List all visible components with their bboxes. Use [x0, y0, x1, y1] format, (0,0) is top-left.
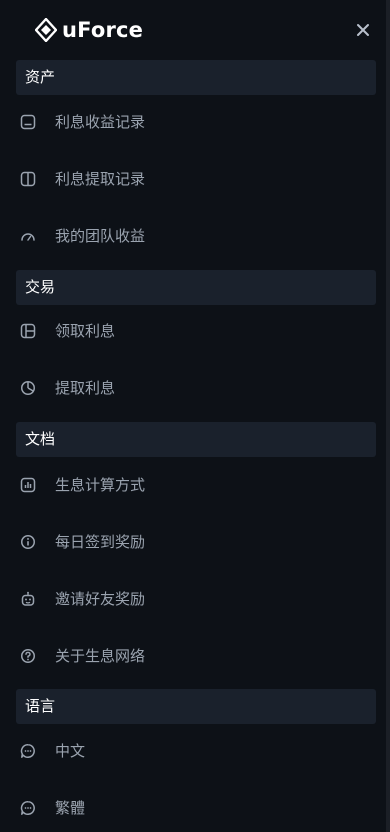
- menu-item-label: 每日签到奖励: [55, 533, 146, 551]
- wallet-icon: [20, 114, 36, 130]
- menu-item-about-network[interactable]: 关于生息网络: [0, 631, 386, 681]
- menu-item-team-earnings[interactable]: 我的团队收益: [0, 211, 386, 261]
- pie-chart-icon: [20, 380, 36, 396]
- section-header-language: 语言: [16, 689, 376, 724]
- layout-icon: [20, 323, 36, 339]
- brand-logo[interactable]: uForce: [35, 17, 143, 43]
- bar-chart-icon: [20, 477, 36, 493]
- menu-item-invite-friend-reward[interactable]: 邀请好友奖励: [0, 574, 386, 624]
- help-icon: [20, 648, 36, 664]
- menu-item-label: 利息提取记录: [55, 170, 146, 188]
- menu-item-interest-earnings-record[interactable]: 利息收益记录: [0, 97, 386, 147]
- menu-item-label: 关于生息网络: [55, 647, 146, 665]
- section-header-assets: 资产: [16, 60, 376, 95]
- close-button[interactable]: [355, 22, 371, 38]
- menu-item-label: 领取利息: [55, 322, 116, 340]
- drawer-edge: [386, 0, 390, 832]
- section-header-trade: 交易: [16, 270, 376, 305]
- menu-item-label: 提取利息: [55, 379, 116, 397]
- menu-item-label: 邀请好友奖励: [55, 590, 146, 608]
- columns-icon: [20, 171, 36, 187]
- menu-item-daily-checkin-reward[interactable]: 每日签到奖励: [0, 517, 386, 567]
- chat-icon: [20, 800, 36, 816]
- menu-item-label: 利息收益记录: [55, 113, 146, 131]
- menu-item-interest-withdrawal-record[interactable]: 利息提取记录: [0, 154, 386, 204]
- menu-item-withdraw-interest[interactable]: 提取利息: [0, 363, 386, 413]
- menu-item-interest-calculation[interactable]: 生息计算方式: [0, 460, 386, 510]
- robot-icon: [20, 591, 36, 607]
- brand-name: uForce: [62, 18, 144, 42]
- menu-item-claim-interest[interactable]: 领取利息: [0, 306, 386, 356]
- menu-item-lang-zh-hans[interactable]: 中文: [0, 726, 386, 776]
- side-drawer: uForce 资产 利息收益记录 利息提取记录 我的团队收益 交易 领取利息 提…: [0, 0, 386, 832]
- logo-icon: [35, 18, 57, 42]
- drawer-header: uForce: [0, 0, 386, 58]
- menu-item-label: 我的团队收益: [55, 227, 146, 245]
- info-icon: [20, 534, 36, 550]
- menu-item-lang-zh-hant[interactable]: 繁體: [0, 783, 386, 832]
- gauge-icon: [20, 228, 36, 244]
- menu-item-label: 中文: [55, 742, 86, 760]
- menu-item-label: 生息计算方式: [55, 476, 146, 494]
- menu-item-label: 繁體: [55, 799, 86, 817]
- section-header-docs: 文档: [16, 422, 376, 457]
- chat-icon: [20, 743, 36, 759]
- close-icon: [357, 24, 369, 36]
